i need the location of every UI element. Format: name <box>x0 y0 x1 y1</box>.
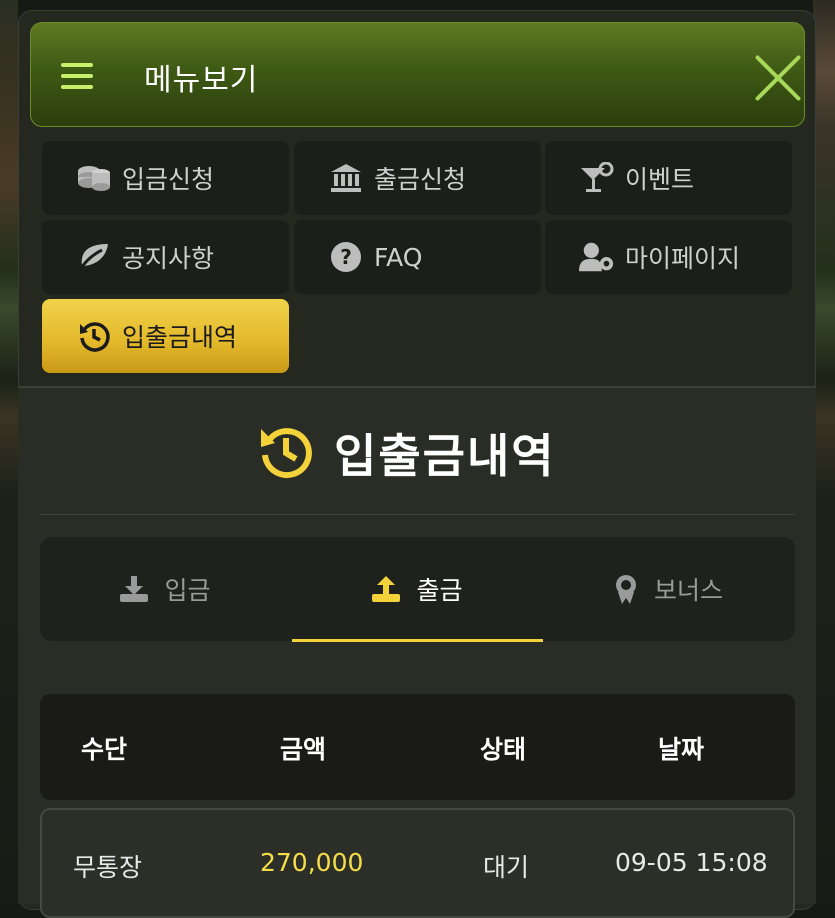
history-icon <box>76 318 112 354</box>
history-icon <box>258 423 314 483</box>
column-header-amount: 금액 <box>280 735 327 764</box>
menu-item-label: 입출금내역 <box>122 323 238 352</box>
download-icon <box>120 576 149 602</box>
menu-item-label: FAQ <box>374 242 423 272</box>
award-icon <box>614 574 638 604</box>
menu-item-event[interactable]: 이벤트 <box>545 141 792 215</box>
coins-icon <box>76 160 112 196</box>
table-row[interactable]: 무통장 270,000 대기 09-05 15:08 <box>40 808 795 918</box>
section-divider <box>18 386 816 388</box>
cocktail-icon <box>579 160 615 196</box>
cell-amount: 270,000 <box>260 848 364 877</box>
tab-withdraw[interactable]: 출금 <box>292 537 543 641</box>
column-header-status: 상태 <box>480 735 527 764</box>
column-header-date: 날짜 <box>658 735 705 764</box>
menu-header-title: 메뉴보기 <box>144 63 259 98</box>
background-left <box>0 0 18 904</box>
menu-header: 메뉴보기 <box>30 22 805 127</box>
question-circle-icon: ? <box>328 239 364 275</box>
upload-icon <box>372 576 401 602</box>
table-header: 수단 금액 상태 날짜 <box>40 694 795 800</box>
menu-item-transaction-history[interactable]: 입출금내역 <box>42 299 289 373</box>
menu-item-label: 공지사항 <box>122 244 215 273</box>
page-title: 입출금내역 <box>258 420 556 486</box>
tab-bonus[interactable]: 보너스 <box>543 537 794 641</box>
menu-item-label: 마이페이지 <box>625 244 741 273</box>
background-right <box>813 0 835 904</box>
title-divider <box>40 514 795 515</box>
menu-item-label: 출금신청 <box>374 165 467 194</box>
menu-item-mypage[interactable]: 마이페이지 <box>545 220 792 294</box>
cell-date: 09-05 15:08 <box>615 848 768 877</box>
menu-item-label: 입금신청 <box>122 165 215 194</box>
active-tab-indicator <box>292 639 543 642</box>
tab-bar: 입금 출금 보너스 <box>40 537 795 641</box>
cell-method: 무통장 <box>73 853 143 882</box>
user-gear-icon <box>579 239 615 275</box>
page-title-text: 입출금내역 <box>334 429 556 483</box>
menu-item-deposit-request[interactable]: 입금신청 <box>42 141 289 215</box>
leaf-icon <box>76 239 112 275</box>
svg-text:?: ? <box>340 245 352 269</box>
bank-icon <box>328 160 364 196</box>
tab-label: 출금 <box>416 576 463 605</box>
tab-deposit[interactable]: 입금 <box>40 537 291 641</box>
cell-status: 대기 <box>483 853 530 882</box>
menu-item-withdraw-request[interactable]: 출금신청 <box>294 141 541 215</box>
close-button[interactable] <box>751 51 805 105</box>
tab-label: 보너스 <box>653 576 723 605</box>
hamburger-icon <box>61 63 93 89</box>
menu-item-faq[interactable]: ? FAQ <box>294 220 541 294</box>
menu-item-label: 이벤트 <box>625 165 695 194</box>
menu-item-notice[interactable]: 공지사항 <box>42 220 289 294</box>
column-header-method: 수단 <box>81 735 128 764</box>
tab-label: 입금 <box>164 576 211 605</box>
